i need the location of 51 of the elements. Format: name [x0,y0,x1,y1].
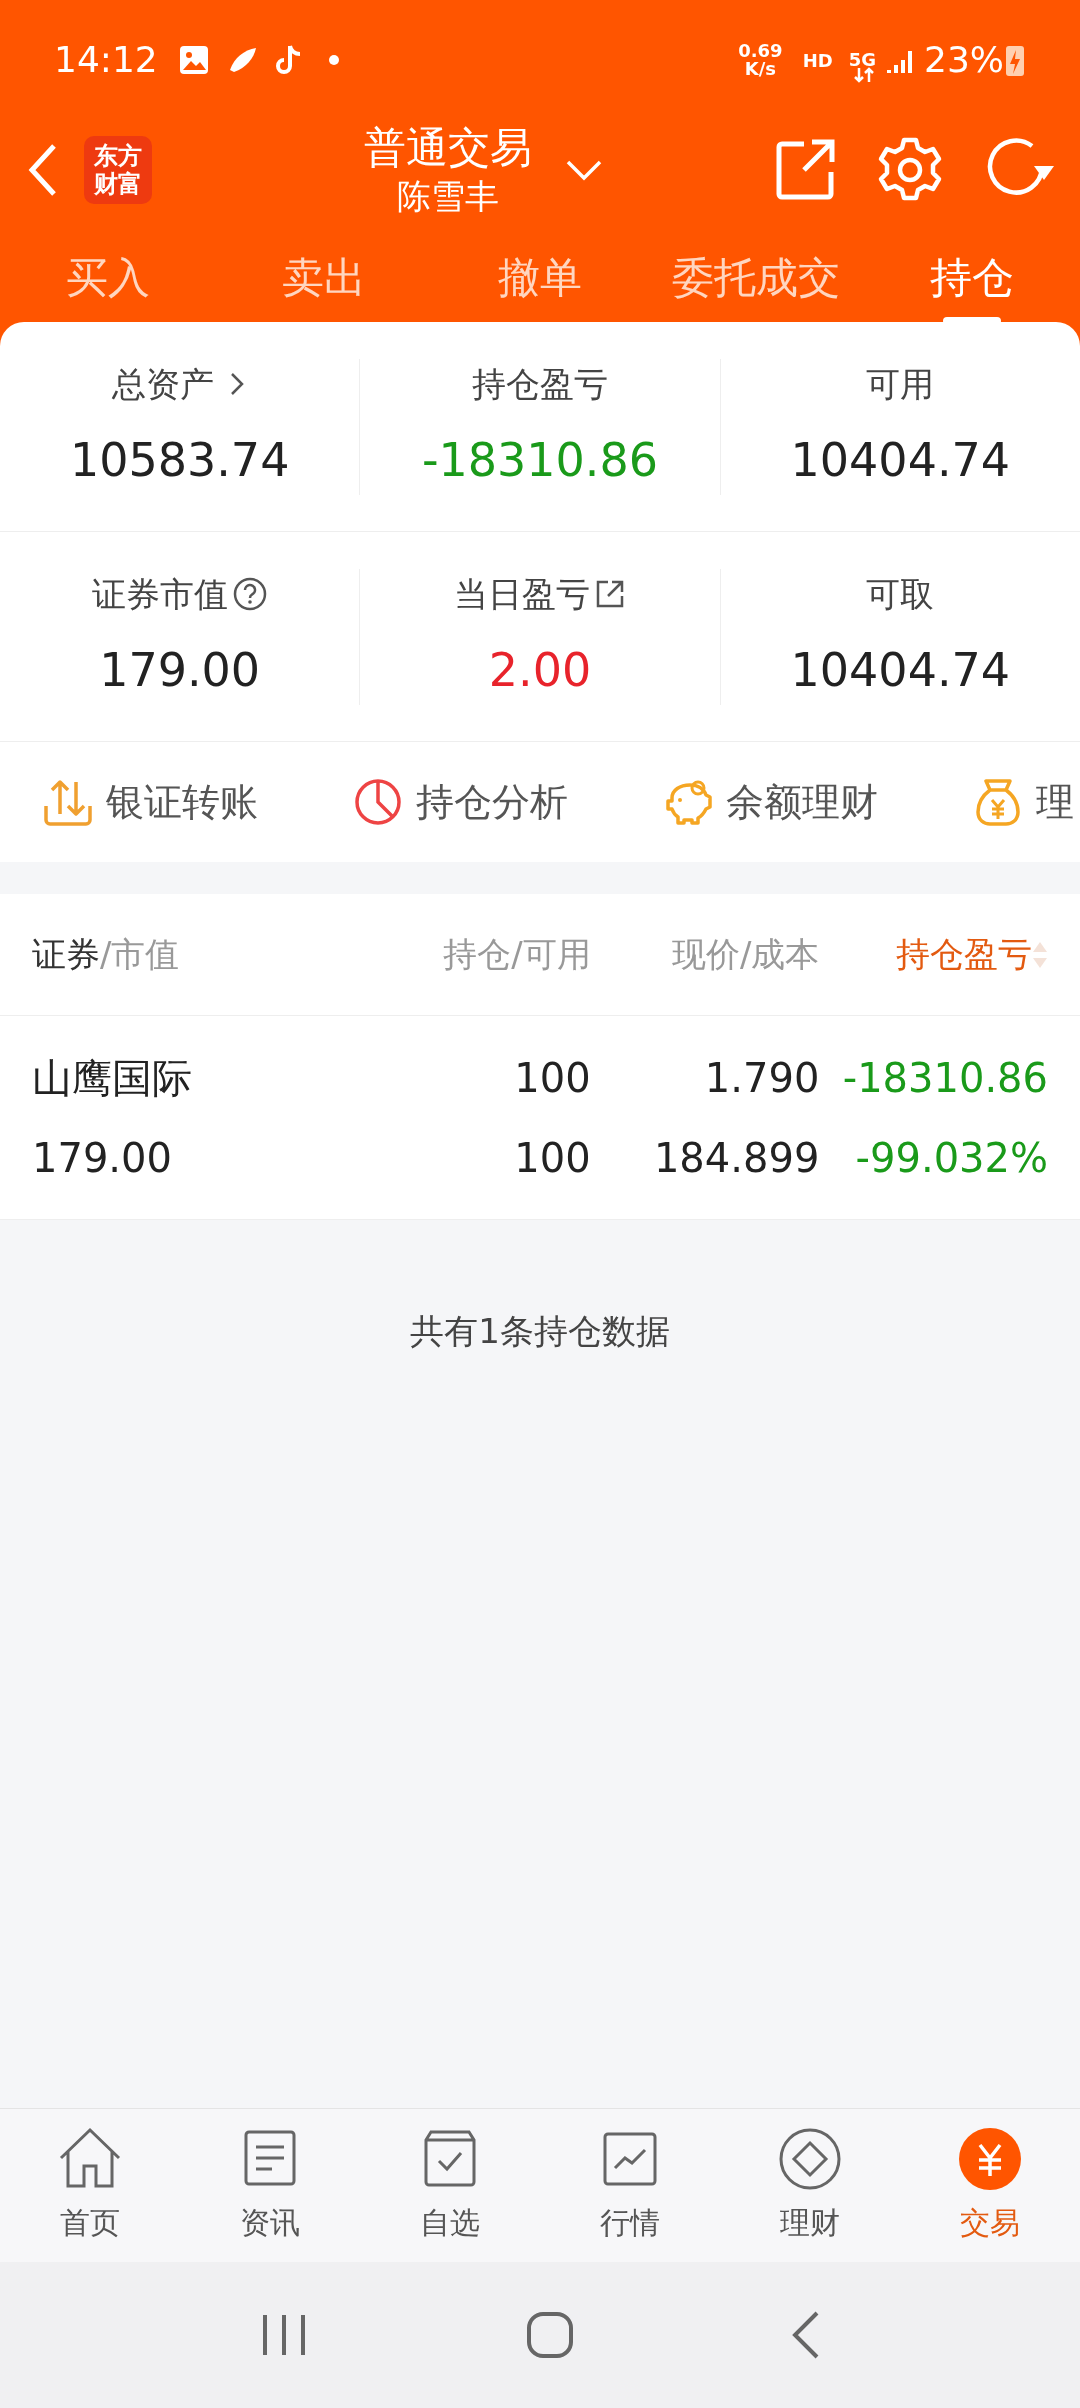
summary-label: 可取 [866,572,935,616]
battery-percent: 23% [924,38,1004,82]
quick-action[interactable]: 持仓分析 [352,773,622,831]
column-header: 持仓/可用 [443,933,591,976]
summary-value: 2.00 [488,641,592,699]
summary-value: 179.00 [99,641,261,699]
summary-label: 证券市值 [91,572,228,616]
pie-chart-icon [352,776,404,828]
column-header: 现价/成本 [671,933,820,976]
summary-label: 总资产 [111,362,214,406]
data-arrows-icon [854,66,874,84]
share-icon[interactable] [774,138,836,202]
external-link-icon [594,578,626,610]
positions-count: 共有1条持仓数据 [410,1310,670,1353]
column-header: 证券/市值 [32,933,180,976]
gallery-icon [177,44,210,76]
column-header[interactable]: 持仓盈亏 [896,929,1032,980]
summary-value: 10404.74 [790,641,1011,699]
hd-label: HD [802,48,833,73]
nav-item[interactable]: 自选 [360,2109,540,2262]
summary-value: 10404.74 [790,431,1011,489]
network-type: 5G [848,51,876,69]
nav-item[interactable]: 理财 [720,2109,900,2262]
position-qty: 100 [514,1053,591,1103]
account-name: 陈雪丰 [397,175,499,218]
quick-action[interactable]: 银证转账 [42,773,312,831]
market-value: 179.00 [32,1133,173,1183]
dropdown-icon[interactable] [564,158,604,182]
home-button-icon[interactable] [526,2311,574,2359]
summary-value: 10583.74 [69,431,290,489]
quick-action[interactable]: 理 [972,773,1080,831]
summary-label: 当日盈亏 [454,572,590,616]
profit-loss-percent: -99.032% [855,1133,1048,1183]
available-qty: 100 [514,1133,591,1183]
dot-icon [327,54,340,66]
cost-price: 184.899 [653,1133,820,1183]
summary-label: 持仓盈亏 [472,362,608,406]
summary-label: 可用 [866,362,935,406]
quick-action[interactable]: 余额理财 [662,773,932,831]
stock-name: 山鹰国际 [32,1053,193,1103]
current-price: 1.790 [704,1053,820,1103]
nav-item[interactable]: 首页 [0,2109,180,2262]
status-time: 14:12 [54,38,158,82]
network-speed: 0.69 K/s [738,42,783,78]
nav-item[interactable]: 资讯 [180,2109,360,2262]
profit-loss: -18310.86 [842,1053,1048,1103]
app-logo: 东方 财富 [84,136,152,204]
help-icon [231,576,268,612]
summary-value: -18310.86 [421,431,659,489]
nav-item[interactable]: 行情 [540,2109,720,2262]
yuan-icon [957,2126,1023,2192]
